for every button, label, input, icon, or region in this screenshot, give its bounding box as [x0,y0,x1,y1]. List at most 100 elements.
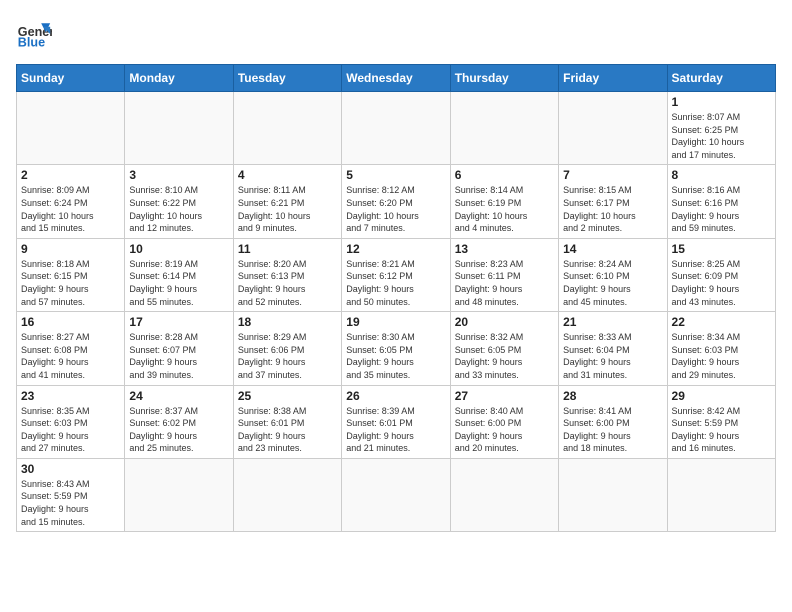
calendar-week-3: 16Sunrise: 8:27 AM Sunset: 6:08 PM Dayli… [17,312,776,385]
calendar-cell [342,92,450,165]
calendar-cell [125,458,233,531]
day-info: Sunrise: 8:30 AM Sunset: 6:05 PM Dayligh… [346,331,445,381]
day-number: 10 [129,242,228,256]
calendar-cell: 8 Sunrise: 8:16 AM Sunset: 6:16 PM Daylig… [667,165,775,238]
day-number: 29 [672,389,771,403]
day-number: 4 [238,168,337,182]
calendar-cell [450,92,558,165]
calendar-cell: 7 Sunrise: 8:15 AM Sunset: 6:17 PM Daylig… [559,165,667,238]
calendar-cell: 16Sunrise: 8:27 AM Sunset: 6:08 PM Dayli… [17,312,125,385]
calendar-cell: 22Sunrise: 8:34 AM Sunset: 6:03 PM Dayli… [667,312,775,385]
calendar-cell [17,92,125,165]
day-number: 23 [21,389,120,403]
calendar-cell: 12Sunrise: 8:21 AM Sunset: 6:12 PM Dayli… [342,238,450,311]
calendar-cell [233,458,341,531]
day-info: Sunrise: 8:43 AM Sunset: 5:59 PM Dayligh… [21,478,120,528]
day-info: Sunrise: 8:35 AM Sunset: 6:03 PM Dayligh… [21,405,120,455]
day-info: Sunrise: 8:33 AM Sunset: 6:04 PM Dayligh… [563,331,662,381]
day-number: 11 [238,242,337,256]
day-info: Sunrise: 8:14 AM Sunset: 6:19 PM Dayligh… [455,184,554,234]
calendar-cell: 14 Sunrise: 8:24 AM Sunset: 6:10 PM Dayli… [559,238,667,311]
calendar-cell [125,92,233,165]
day-number: 14 [563,242,662,256]
day-number: 1 [672,95,771,109]
day-number: 13 [455,242,554,256]
calendar-week-1: 2Sunrise: 8:09 AM Sunset: 6:24 PM Daylig… [17,165,776,238]
calendar-cell: 5 Sunrise: 8:12 AM Sunset: 6:20 PM Daylig… [342,165,450,238]
calendar-cell: 29 Sunrise: 8:42 AM Sunset: 5:59 PM Dayli… [667,385,775,458]
calendar-week-5: 30 Sunrise: 8:43 AM Sunset: 5:59 PM Dayli… [17,458,776,531]
day-info: Sunrise: 8:39 AM Sunset: 6:01 PM Dayligh… [346,405,445,455]
day-info: Sunrise: 8:11 AM Sunset: 6:21 PM Dayligh… [238,184,337,234]
day-number: 17 [129,315,228,329]
day-header-tuesday: Tuesday [233,65,341,92]
calendar-cell: 17 Sunrise: 8:28 AM Sunset: 6:07 PM Dayli… [125,312,233,385]
day-header-thursday: Thursday [450,65,558,92]
day-info: Sunrise: 8:24 AM Sunset: 6:10 PM Dayligh… [563,258,662,308]
day-info: Sunrise: 8:38 AM Sunset: 6:01 PM Dayligh… [238,405,337,455]
day-number: 15 [672,242,771,256]
day-info: Sunrise: 8:07 AM Sunset: 6:25 PM Dayligh… [672,111,771,161]
day-info: Sunrise: 8:28 AM Sunset: 6:07 PM Dayligh… [129,331,228,381]
day-number: 5 [346,168,445,182]
day-number: 2 [21,168,120,182]
calendar-cell: 25 Sunrise: 8:38 AM Sunset: 6:01 PM Dayli… [233,385,341,458]
day-number: 6 [455,168,554,182]
calendar-cell: 4 Sunrise: 8:11 AM Sunset: 6:21 PM Daylig… [233,165,341,238]
day-info: Sunrise: 8:32 AM Sunset: 6:05 PM Dayligh… [455,331,554,381]
day-header-monday: Monday [125,65,233,92]
calendar-cell [233,92,341,165]
calendar-cell: 27Sunrise: 8:40 AM Sunset: 6:00 PM Dayli… [450,385,558,458]
day-info: Sunrise: 8:20 AM Sunset: 6:13 PM Dayligh… [238,258,337,308]
calendar-cell: 19 Sunrise: 8:30 AM Sunset: 6:05 PM Dayli… [342,312,450,385]
calendar-week-4: 23 Sunrise: 8:35 AM Sunset: 6:03 PM Dayli… [17,385,776,458]
svg-text:Blue: Blue [18,36,45,50]
day-header-saturday: Saturday [667,65,775,92]
day-info: Sunrise: 8:37 AM Sunset: 6:02 PM Dayligh… [129,405,228,455]
day-number: 28 [563,389,662,403]
calendar-cell: 15Sunrise: 8:25 AM Sunset: 6:09 PM Dayli… [667,238,775,311]
calendar-cell: 28 Sunrise: 8:41 AM Sunset: 6:00 PM Dayli… [559,385,667,458]
calendar-cell [667,458,775,531]
day-number: 30 [21,462,120,476]
calendar-cell: 21Sunrise: 8:33 AM Sunset: 6:04 PM Dayli… [559,312,667,385]
calendar-cell [559,458,667,531]
calendar-cell: 9Sunrise: 8:18 AM Sunset: 6:15 PM Daylig… [17,238,125,311]
day-number: 8 [672,168,771,182]
day-number: 26 [346,389,445,403]
day-number: 24 [129,389,228,403]
day-info: Sunrise: 8:40 AM Sunset: 6:00 PM Dayligh… [455,405,554,455]
calendar-cell: 2Sunrise: 8:09 AM Sunset: 6:24 PM Daylig… [17,165,125,238]
day-number: 7 [563,168,662,182]
calendar-week-2: 9Sunrise: 8:18 AM Sunset: 6:15 PM Daylig… [17,238,776,311]
calendar-cell: 26 Sunrise: 8:39 AM Sunset: 6:01 PM Dayli… [342,385,450,458]
day-info: Sunrise: 8:42 AM Sunset: 5:59 PM Dayligh… [672,405,771,455]
day-number: 19 [346,315,445,329]
day-info: Sunrise: 8:23 AM Sunset: 6:11 PM Dayligh… [455,258,554,308]
day-info: Sunrise: 8:15 AM Sunset: 6:17 PM Dayligh… [563,184,662,234]
day-info: Sunrise: 8:12 AM Sunset: 6:20 PM Dayligh… [346,184,445,234]
day-info: Sunrise: 8:41 AM Sunset: 6:00 PM Dayligh… [563,405,662,455]
calendar-cell: 24 Sunrise: 8:37 AM Sunset: 6:02 PM Dayli… [125,385,233,458]
day-info: Sunrise: 8:10 AM Sunset: 6:22 PM Dayligh… [129,184,228,234]
calendar: SundayMondayTuesdayWednesdayThursdayFrid… [16,64,776,532]
day-number: 25 [238,389,337,403]
calendar-cell: 23 Sunrise: 8:35 AM Sunset: 6:03 PM Dayli… [17,385,125,458]
calendar-cell: 11 Sunrise: 8:20 AM Sunset: 6:13 PM Dayli… [233,238,341,311]
day-number: 18 [238,315,337,329]
day-number: 20 [455,315,554,329]
header-row: SundayMondayTuesdayWednesdayThursdayFrid… [17,65,776,92]
day-header-sunday: Sunday [17,65,125,92]
calendar-cell: 3 Sunrise: 8:10 AM Sunset: 6:22 PM Daylig… [125,165,233,238]
calendar-cell: 6 Sunrise: 8:14 AM Sunset: 6:19 PM Daylig… [450,165,558,238]
day-info: Sunrise: 8:27 AM Sunset: 6:08 PM Dayligh… [21,331,120,381]
calendar-cell [450,458,558,531]
day-number: 22 [672,315,771,329]
calendar-cell: 10 Sunrise: 8:19 AM Sunset: 6:14 PM Dayli… [125,238,233,311]
day-info: Sunrise: 8:19 AM Sunset: 6:14 PM Dayligh… [129,258,228,308]
day-number: 3 [129,168,228,182]
calendar-cell [559,92,667,165]
day-info: Sunrise: 8:16 AM Sunset: 6:16 PM Dayligh… [672,184,771,234]
logo: General Blue [16,16,52,52]
calendar-cell: 18Sunrise: 8:29 AM Sunset: 6:06 PM Dayli… [233,312,341,385]
